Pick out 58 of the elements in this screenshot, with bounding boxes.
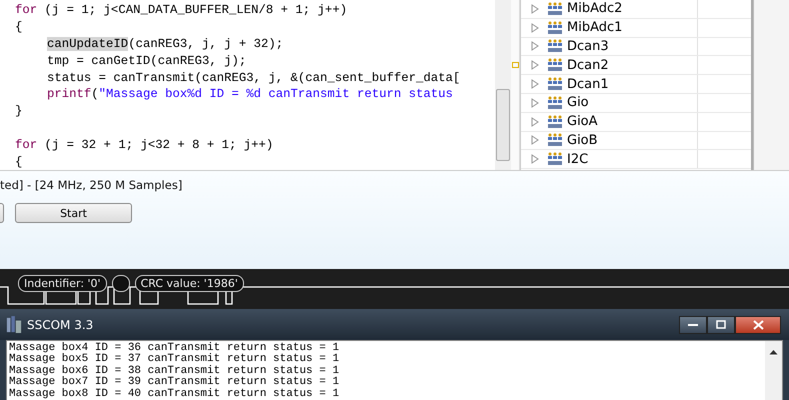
register-icon (547, 39, 563, 54)
scrollbar[interactable] (495, 0, 511, 170)
register-icon (547, 114, 563, 129)
decoded-value-label: CRC value: '1986' (134, 275, 244, 292)
expand-arrow-icon[interactable] (531, 98, 539, 108)
expand-arrow-icon[interactable] (531, 79, 539, 90)
output-line: Massage box6 ID = 38 canTransmit return status = 1 (9, 366, 340, 377)
tree-item[interactable]: GioB (567, 132, 697, 148)
start-button[interactable]: Start (15, 203, 132, 223)
register-icon (547, 133, 563, 148)
register-icon (547, 96, 563, 110)
tree-item[interactable]: I2C (567, 152, 697, 167)
window-title: SSCOM 3.3 (27, 318, 94, 332)
expand-arrow-icon[interactable] (531, 116, 539, 127)
decoded-blank-label (112, 275, 130, 292)
close-button[interactable] (735, 316, 781, 334)
tree-item[interactable]: GioA (567, 114, 697, 130)
marker-icon (512, 62, 519, 68)
code-line: for (j = 32 + 1; j<32 + 8 + 1; j++) (15, 137, 274, 154)
button-edge[interactable] (0, 203, 4, 223)
app-icon (6, 316, 22, 334)
code-line: { (15, 154, 22, 170)
register-icon (547, 20, 563, 35)
code-line: tmp = canGetID(canREG3, j); (47, 52, 246, 70)
tree-item[interactable]: MibAdc1 (567, 20, 697, 36)
output-line: Massage box7 ID = 39 canTransmit return status = 1 (9, 377, 340, 388)
window-title: ted] - [24 MHz, 250 M Samples] (0, 178, 184, 192)
register-icon (547, 2, 563, 16)
tree-item[interactable]: Dcan2 (567, 58, 697, 73)
expand-arrow-icon[interactable] (531, 135, 539, 146)
minimize-button[interactable] (679, 316, 707, 334)
code-line: canUpdateID(canREG3, j, j + 32); (47, 36, 284, 53)
output-line: Massage box5 ID = 37 canTransmit return status = 1 (9, 354, 340, 366)
code-line: printf("Massage box%d ID = %d canTransmit return status (47, 86, 453, 104)
register-icon (547, 77, 563, 92)
register-icon (547, 58, 563, 72)
tree-item[interactable]: MibAdc2 (567, 1, 697, 16)
code-line: for (j = 1; j<CAN_DATA_BUFFER_LEN/8 + 1; j++) (15, 2, 348, 19)
expand-arrow-icon[interactable] (531, 41, 539, 52)
output-line: Massage box8 ID = 40 canTransmit return status = 1 (9, 388, 340, 400)
scroll-up-icon[interactable] (769, 349, 778, 356)
register-icon (547, 152, 563, 166)
maximize-button[interactable] (707, 316, 735, 334)
tree-item[interactable]: Dcan1 (567, 76, 697, 92)
decoded-value-label: Indentifier: '0' (18, 275, 107, 292)
code-line: status = canTransmit(canREG3, j, &(can_sent_buffer_data[ (47, 70, 460, 86)
expand-arrow-icon[interactable] (531, 22, 539, 33)
close-icon (752, 320, 764, 330)
code-line: } (15, 103, 22, 120)
tree-item[interactable]: Gio (567, 95, 697, 110)
expand-arrow-icon[interactable] (531, 60, 539, 70)
tree-item[interactable]: Dcan3 (567, 38, 697, 54)
maximize-icon (716, 320, 726, 330)
expand-arrow-icon[interactable] (531, 154, 539, 164)
code-line: { (15, 18, 22, 36)
scrollbar-thumb[interactable] (496, 89, 510, 161)
output-line: Massage box4 ID = 36 canTransmit return status = 1 (9, 343, 340, 354)
expand-arrow-icon[interactable] (531, 4, 539, 14)
